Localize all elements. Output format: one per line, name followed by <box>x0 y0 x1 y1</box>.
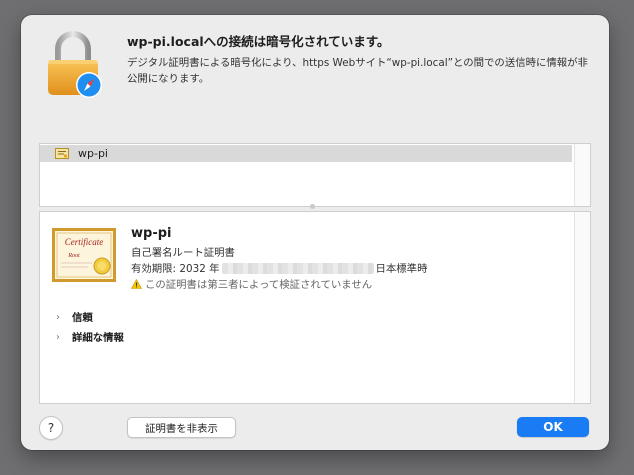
certificate-name: wp-pi <box>131 226 172 241</box>
trust-disclosure[interactable]: › 信頼 <box>56 309 93 324</box>
certificate-detail-panel: Certificate Root wp-pi 自己署名ルート証明書 有効期限: … <box>39 211 591 404</box>
trust-label: 信頼 <box>72 312 93 324</box>
details-label: 詳細な情報 <box>72 332 124 344</box>
certificate-list-scrollbar[interactable] <box>574 144 590 206</box>
certificate-icon <box>55 148 69 159</box>
certificate-list: wp-pi <box>39 143 591 207</box>
connection-description: デジタル証明書による暗号化により、https Webサイト“wp-pi.loca… <box>127 57 588 85</box>
certificate-image-title: Certificate <box>65 237 104 247</box>
validity-prefix: 有効期限: 2032 年 <box>131 263 220 275</box>
certificate-image-subtitle: Root <box>67 253 80 259</box>
help-button[interactable]: ? <box>39 416 63 440</box>
certificate-type: 自己署名ルート証明書 <box>131 247 235 259</box>
warning-text: この証明書は第三者によって検証されていません <box>145 279 373 291</box>
split-view-handle[interactable] <box>310 204 315 209</box>
certificate-validity: 有効期限: 2032 年 日本標準時 <box>131 260 427 275</box>
lock-safari-icon <box>48 31 102 98</box>
certificate-list-item-wp-pi[interactable]: wp-pi <box>40 145 572 162</box>
ok-button[interactable]: OK <box>517 417 589 437</box>
connection-title: wp-pi.localへの接続は暗号化されています。 <box>127 34 390 49</box>
certificate-image: Certificate Root <box>52 228 116 282</box>
hide-certificate-button[interactable]: 証明書を非表示 <box>127 417 236 438</box>
details-disclosure[interactable]: › 詳細な情報 <box>56 329 124 344</box>
certificate-dialog: wp-pi.localへの接続は暗号化されています。 デジタル証明書による暗号化… <box>21 15 609 450</box>
warning-icon <box>131 278 142 289</box>
chevron-right-icon: › <box>56 332 60 343</box>
redacted-date <box>221 263 374 274</box>
certificate-list-item-label: wp-pi <box>78 147 108 160</box>
detail-scrollbar[interactable] <box>574 212 590 403</box>
validity-suffix: 日本標準時 <box>375 263 428 275</box>
certificate-warning: この証明書は第三者によって検証されていません <box>131 276 372 291</box>
chevron-right-icon: › <box>56 312 60 323</box>
